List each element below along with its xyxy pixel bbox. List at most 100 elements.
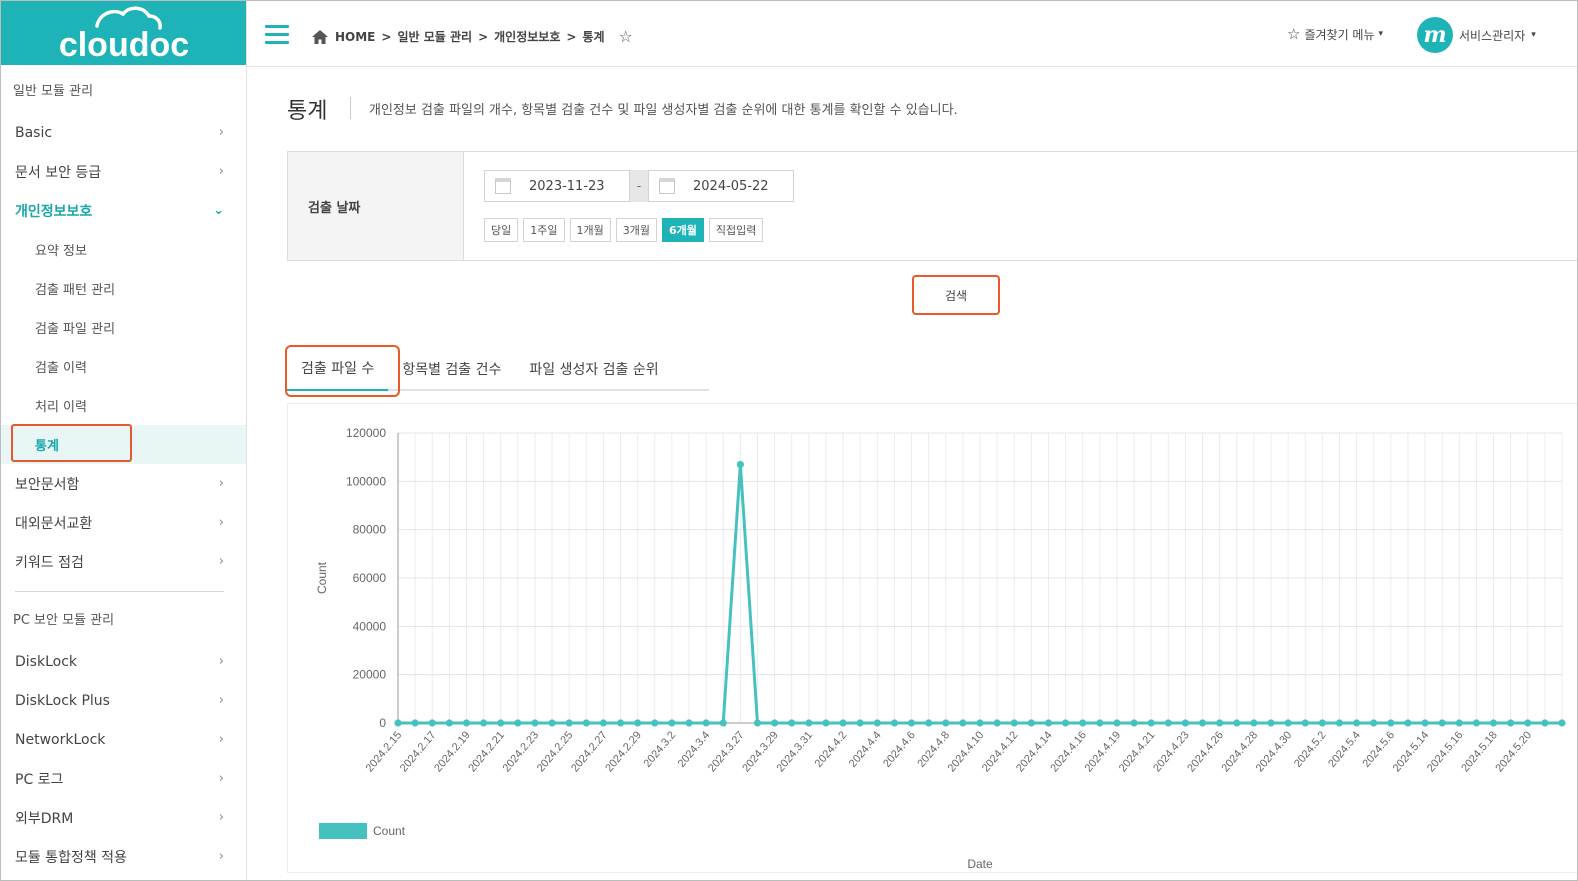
start-date-value: 2023-11-23 (529, 178, 605, 194)
data-point (616, 719, 625, 727)
data-point (1421, 719, 1429, 727)
range-button-custom[interactable]: 직접입력 (708, 218, 764, 242)
data-point (548, 719, 556, 727)
page-title: 통계 (287, 99, 328, 124)
breadcrumb-separator: > (566, 29, 577, 44)
data-point (1079, 719, 1087, 727)
data-point (651, 719, 659, 727)
data-point (1438, 719, 1446, 727)
data-point (1164, 719, 1172, 727)
menu-toggle-icon[interactable] (265, 25, 289, 44)
logo[interactable]: cloudoc (1, 1, 246, 65)
date-range-inputs: 2023-11-23 - 2024-05-22 (484, 170, 794, 202)
nav-item-disklock-plus[interactable]: DiskLock Plus › (1, 681, 246, 720)
nav-label: 모듈 통합정책 적용 (15, 849, 127, 866)
breadcrumb: HOME > 일반 모듈 관리 > 개인정보보호 > 통계 ☆ (311, 27, 633, 46)
data-point (719, 719, 727, 727)
breadcrumb-general-module[interactable]: 일반 모듈 관리 (397, 28, 472, 45)
top-bar: HOME > 일반 모듈 관리 > 개인정보보호 > 통계 ☆ ☆ 즐겨찾기 메… (247, 1, 1577, 67)
favorites-menu[interactable]: ☆ 즐겨찾기 메뉴 ▾ (1287, 25, 1383, 43)
nav-sub-detect-history[interactable]: 검출 이력 (1, 347, 246, 386)
nav-item-external-drm[interactable]: 외부DRM › (1, 798, 246, 837)
data-point (1301, 719, 1309, 727)
range-button-1month[interactable]: 1개월 (569, 218, 611, 242)
highlight-box-statistics (11, 424, 132, 462)
data-point (1455, 719, 1463, 727)
data-point (1096, 719, 1104, 727)
filter-label: 검출 날짜 (288, 152, 464, 260)
chevron-right-icon: › (218, 654, 224, 669)
nav-item-module-policy[interactable]: 모듈 통합정책 적용 › (1, 837, 246, 876)
nav-sub-pattern-manage[interactable]: 검출 패턴 관리 (1, 269, 246, 308)
data-point (805, 719, 813, 727)
y-tick-label: 100000 (346, 474, 386, 488)
data-point (1284, 719, 1292, 727)
breadcrumb-home[interactable]: HOME (335, 30, 375, 44)
nav-label: 대외문서교환 (15, 515, 93, 532)
nav-item-keyword-check[interactable]: 키워드 점검 › (1, 542, 246, 581)
end-date-input[interactable]: 2024-05-22 (648, 170, 794, 202)
nav-section-general: 일반 모듈 관리 (13, 83, 94, 99)
x-axis-label: Date (967, 857, 993, 871)
data-point (1370, 719, 1378, 727)
data-point (479, 719, 488, 727)
y-tick-label: 40000 (353, 619, 387, 633)
data-point (1010, 719, 1018, 727)
breadcrumb-separator: > (381, 29, 392, 44)
tab-item-detect-count[interactable]: 항목별 검출 건수 (388, 347, 515, 391)
chevron-right-icon: › (218, 554, 224, 569)
nav-item-disklock[interactable]: DiskLock › (1, 642, 246, 681)
range-button-1week[interactable]: 1주일 (523, 218, 565, 242)
search-button[interactable]: 검색 (912, 275, 1000, 315)
nav-label: 키워드 점검 (15, 554, 84, 571)
nav-item-networklock[interactable]: NetworkLock › (1, 720, 246, 759)
nav-label: Basic (15, 124, 53, 141)
home-icon[interactable] (311, 29, 329, 45)
nav-item-privacy[interactable]: 개인정보보호 ⌄ (1, 191, 246, 230)
data-point (856, 719, 864, 727)
start-date-input[interactable]: 2023-11-23 (484, 170, 630, 202)
nav-item-pc-log[interactable]: PC 로그 › (1, 759, 246, 798)
y-tick-label: 20000 (353, 668, 387, 682)
nav-divider (15, 591, 224, 592)
data-point (1130, 719, 1138, 727)
chart-legend[interactable]: Count (319, 823, 405, 839)
x-tick-label: 2024.3.31 (774, 729, 815, 774)
x-tick-label: 2024.3.2 (641, 729, 678, 770)
range-button-3month[interactable]: 3개월 (615, 218, 657, 242)
data-point (873, 719, 881, 727)
nav-item-doc-security-level[interactable]: 문서 보안 등급 › (1, 152, 246, 191)
x-tick-label: 2024.4.8 (915, 729, 952, 770)
data-point (753, 719, 762, 727)
nav-item-external-exchange[interactable]: 대외문서교환 › (1, 503, 246, 542)
data-point (1113, 719, 1121, 727)
breadcrumb-privacy[interactable]: 개인정보보호 (494, 28, 560, 45)
data-point (1181, 719, 1190, 727)
y-tick-label: 120000 (346, 426, 386, 440)
range-button-today[interactable]: 당일 (484, 218, 519, 242)
star-icon[interactable]: ☆ (619, 27, 633, 46)
chevron-down-icon: ⌄ (213, 203, 224, 218)
data-point (788, 719, 796, 727)
nav-label: 개인정보보호 (15, 203, 93, 220)
range-button-6month[interactable]: 6개월 (662, 218, 704, 242)
data-point (976, 719, 984, 727)
data-point (770, 719, 779, 727)
nav-sub-process-history[interactable]: 처리 이력 (1, 386, 246, 425)
logo-text: cloudoc (58, 26, 188, 62)
chevron-right-icon: › (218, 732, 224, 747)
user-menu[interactable]: m 서비스관리자 ▾ (1417, 17, 1536, 53)
nav-sub-file-manage[interactable]: 검출 파일 관리 (1, 308, 246, 347)
y-axis-label: Count (315, 561, 329, 594)
nav-item-secure-docbox[interactable]: 보안문서함 › (1, 464, 246, 503)
data-point (1044, 719, 1053, 727)
tab-creator-rank[interactable]: 파일 생성자 검출 순위 (515, 347, 672, 391)
nav-sub-summary[interactable]: 요약 정보 (1, 230, 246, 269)
nav-item-basic[interactable]: Basic › (1, 113, 246, 152)
data-point (565, 719, 573, 727)
chevron-right-icon: › (218, 771, 224, 786)
nav-label: DiskLock (15, 653, 77, 670)
data-point (1198, 719, 1207, 727)
quick-range-buttons: 당일 1주일 1개월 3개월 6개월 직접입력 (484, 218, 764, 242)
data-point (685, 719, 693, 727)
